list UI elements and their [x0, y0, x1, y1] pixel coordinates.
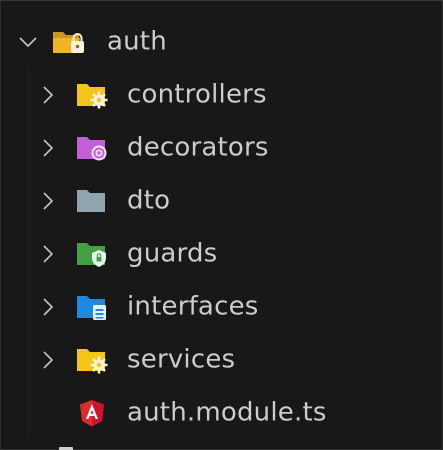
folder-shield-icon	[74, 239, 110, 269]
tree-item-controllers[interactable]: controllers	[1, 68, 442, 121]
chevron-right-icon[interactable]	[35, 82, 61, 108]
tree-item-label: interfaces	[127, 290, 259, 321]
tree-item-label: dto	[127, 184, 171, 215]
tree-item-label: services	[127, 343, 236, 374]
tree-item-label: auth.module.ts	[127, 396, 327, 427]
folder-open-lock-icon	[51, 27, 87, 57]
folder-plain-icon	[74, 186, 110, 216]
tree-item-guards[interactable]: guards	[1, 227, 442, 280]
chevron-right-icon[interactable]	[35, 188, 61, 214]
folder-at-icon	[74, 133, 110, 163]
tree-item-interfaces[interactable]: interfaces	[1, 280, 442, 333]
folder-gear-icon	[74, 80, 110, 110]
folder-interface-icon	[74, 292, 110, 322]
tree-item-auth-module-ts[interactable]: auth.module.ts	[1, 386, 442, 439]
tree-item-decorators[interactable]: decorators	[1, 121, 442, 174]
chevron-right-icon[interactable]	[35, 241, 61, 267]
tree-item-services[interactable]: services	[1, 333, 442, 386]
tree-item-dto[interactable]: dto	[1, 174, 442, 227]
angular-icon	[74, 398, 110, 428]
tree-item-label: decorators	[127, 131, 269, 162]
tree-item-label: guards	[127, 237, 218, 268]
tree-item-label: auth	[107, 25, 167, 56]
chevron-down-icon[interactable]	[15, 29, 41, 55]
chevron-right-icon[interactable]	[35, 294, 61, 320]
tree-item-auth[interactable]: auth	[1, 15, 442, 68]
file-explorer-panel: auth controllers decorators dto guards i…	[0, 0, 443, 450]
chevron-right-icon[interactable]	[35, 135, 61, 161]
folder-gear-icon	[74, 345, 110, 375]
file-tree: auth controllers decorators dto guards i…	[1, 15, 442, 439]
chevron-right-icon[interactable]	[35, 347, 61, 373]
tree-item-label: controllers	[127, 78, 267, 109]
